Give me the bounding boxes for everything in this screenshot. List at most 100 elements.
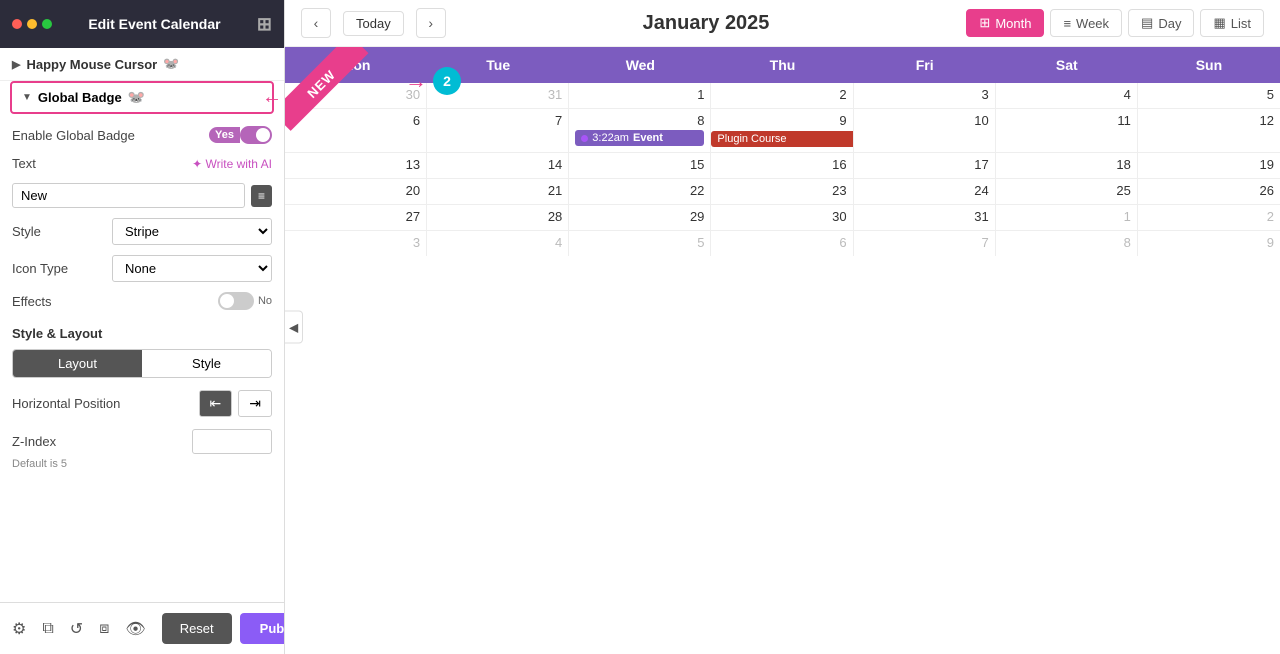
prev-month-btn[interactable]: ‹ <box>301 8 331 38</box>
day-mon: Mon <box>285 47 427 83</box>
text-align-icon[interactable]: ≡ <box>251 185 272 207</box>
section-header[interactable]: ▼ Global Badge 🐭 <box>10 81 274 114</box>
cal-cell-w2d2[interactable]: 7 <box>427 109 569 152</box>
cal-cell-w6d7[interactable]: 9 <box>1138 231 1280 256</box>
cal-cell-w5d3[interactable]: 29 <box>569 205 711 230</box>
cal-cell-w5d2[interactable]: 28 <box>427 205 569 230</box>
grid-icon[interactable]: ⊞ <box>257 14 272 35</box>
cal-cell-w2d4[interactable]: 9 Plugin Course <box>711 109 853 152</box>
badge-text-input[interactable] <box>12 183 245 208</box>
dot-red[interactable] <box>12 19 22 29</box>
date-30b: 30 <box>717 209 846 224</box>
cal-cell-w5d7[interactable]: 2 <box>1138 205 1280 230</box>
day-thu: Thu <box>711 47 853 83</box>
cal-cell-w3d4[interactable]: 16 <box>711 153 853 178</box>
plugin-name: Happy Mouse Cursor <box>26 57 157 72</box>
collapse-panel-tab[interactable]: ◀ <box>285 311 303 344</box>
effects-toggle[interactable] <box>218 292 254 310</box>
settings-icon[interactable]: ⚙ <box>12 619 26 639</box>
cal-cell-w3d5[interactable]: 17 <box>854 153 996 178</box>
view-buttons: ⊞ Month ≡ Week ▤ Day ▦ List <box>966 9 1264 37</box>
cal-cell-w4d4[interactable]: 23 <box>711 179 853 204</box>
duplicate-icon[interactable]: ⧈ <box>99 620 109 638</box>
view-month-btn[interactable]: ⊞ Month <box>966 9 1044 37</box>
cal-cell-w1d2[interactable]: 31 <box>427 83 569 108</box>
window-controls <box>12 19 52 29</box>
dot-green[interactable] <box>42 19 52 29</box>
cal-cell-w2d1[interactable]: 6 <box>285 109 427 152</box>
enable-toggle[interactable]: Yes <box>209 126 272 144</box>
cal-cell-w5d5[interactable]: 31 <box>854 205 996 230</box>
cal-cell-w4d7[interactable]: 26 <box>1138 179 1280 204</box>
dot-yellow[interactable] <box>27 19 37 29</box>
cal-cell-w6d3[interactable]: 5 <box>569 231 711 256</box>
view-day-btn[interactable]: ▤ Day <box>1128 9 1194 37</box>
plugin-emoji: 🐭 <box>163 56 179 72</box>
cal-cell-w4d5[interactable]: 24 <box>854 179 996 204</box>
reset-button[interactable]: Reset <box>162 613 232 644</box>
cal-cell-w1d7[interactable]: 5 <box>1138 83 1280 108</box>
effects-toggle-group: No <box>218 292 272 310</box>
enable-global-badge-row: Enable Global Badge Yes <box>12 126 272 144</box>
tab-style[interactable]: Style <box>142 350 271 377</box>
cal-cell-w6d1[interactable]: 3 <box>285 231 427 256</box>
cal-cell-w2d6[interactable]: 11 <box>996 109 1138 152</box>
cal-cell-w1d5[interactable]: 3 <box>854 83 996 108</box>
history-icon[interactable]: ↺ <box>70 619 83 639</box>
annotation-1-group: ← 1 <box>262 84 285 112</box>
cal-cell-w4d1[interactable]: 20 <box>285 179 427 204</box>
event-label: Event <box>633 132 663 144</box>
cal-cell-w5d4[interactable]: 30 <box>711 205 853 230</box>
date-3: 3 <box>860 87 989 102</box>
view-day-label: Day <box>1158 16 1181 31</box>
align-right-btn[interactable]: ⇥ <box>238 390 272 417</box>
cal-cell-w6d6[interactable]: 8 <box>996 231 1138 256</box>
date-14: 14 <box>433 157 562 172</box>
cal-cell-w3d7[interactable]: 19 <box>1138 153 1280 178</box>
zindex-input[interactable] <box>192 429 272 454</box>
publish-button[interactable]: Publish <box>240 613 285 644</box>
next-month-btn[interactable]: › <box>416 8 446 38</box>
cal-cell-w3d1[interactable]: 13 <box>285 153 427 178</box>
text-label-row: Text ✦ Write with AI <box>12 156 272 171</box>
cal-cell-w3d2[interactable]: 14 <box>427 153 569 178</box>
cal-cell-w1d1[interactable]: 30 <box>285 83 427 108</box>
plugin-label: ▶ Happy Mouse Cursor 🐭 <box>0 48 284 81</box>
cal-cell-w2d7[interactable]: 12 <box>1138 109 1280 152</box>
cal-cell-w4d2[interactable]: 21 <box>427 179 569 204</box>
today-btn[interactable]: Today <box>343 11 404 36</box>
toggle-switch[interactable] <box>240 126 272 144</box>
align-left-btn[interactable]: ⇤ <box>199 390 233 417</box>
layers-icon[interactable]: ⧉ <box>42 620 53 638</box>
date-2: 2 <box>717 87 846 102</box>
cal-cell-w2d5[interactable]: 10 <box>854 109 996 152</box>
text-label: Text <box>12 156 36 171</box>
view-list-btn[interactable]: ▦ List <box>1200 9 1264 37</box>
cal-cell-w6d2[interactable]: 4 <box>427 231 569 256</box>
horiz-pos-label: Horizontal Position <box>12 396 120 411</box>
tab-layout[interactable]: Layout <box>13 350 142 377</box>
cal-cell-w4d6[interactable]: 25 <box>996 179 1138 204</box>
style-select[interactable]: Stripe Solid Outline <box>112 218 272 245</box>
event-plugin-course[interactable]: Plugin Course <box>711 131 853 147</box>
preview-icon[interactable]: 👁 <box>125 619 145 639</box>
event-plugin-label: Plugin Course <box>717 133 786 145</box>
cal-cell-w6d4[interactable]: 6 <box>711 231 853 256</box>
style-layout-heading: Style & Layout <box>12 326 272 341</box>
cal-cell-w5d1[interactable]: 27 <box>285 205 427 230</box>
cal-cell-w5d6[interactable]: 1 <box>996 205 1138 230</box>
write-with-ai-btn[interactable]: ✦ Write with AI <box>192 157 272 171</box>
cal-cell-w1d4[interactable]: 2 <box>711 83 853 108</box>
cal-cell-w2d3[interactable]: 8 3:22am Event <box>569 109 711 152</box>
zindex-row: Z-Index <box>12 429 272 454</box>
cal-cell-w6d5[interactable]: 7 <box>854 231 996 256</box>
cal-cell-w4d3[interactable]: 22 <box>569 179 711 204</box>
cal-cell-w3d6[interactable]: 18 <box>996 153 1138 178</box>
icon-type-select[interactable]: None Star Check Arrow <box>112 255 272 282</box>
cal-cell-w1d6[interactable]: 4 <box>996 83 1138 108</box>
event-3-22am[interactable]: 3:22am Event <box>575 130 704 146</box>
cal-cell-w1d3[interactable]: 1 <box>569 83 711 108</box>
date-25: 25 <box>1002 183 1131 198</box>
view-week-btn[interactable]: ≡ Week <box>1050 9 1122 37</box>
cal-cell-w3d3[interactable]: 15 <box>569 153 711 178</box>
